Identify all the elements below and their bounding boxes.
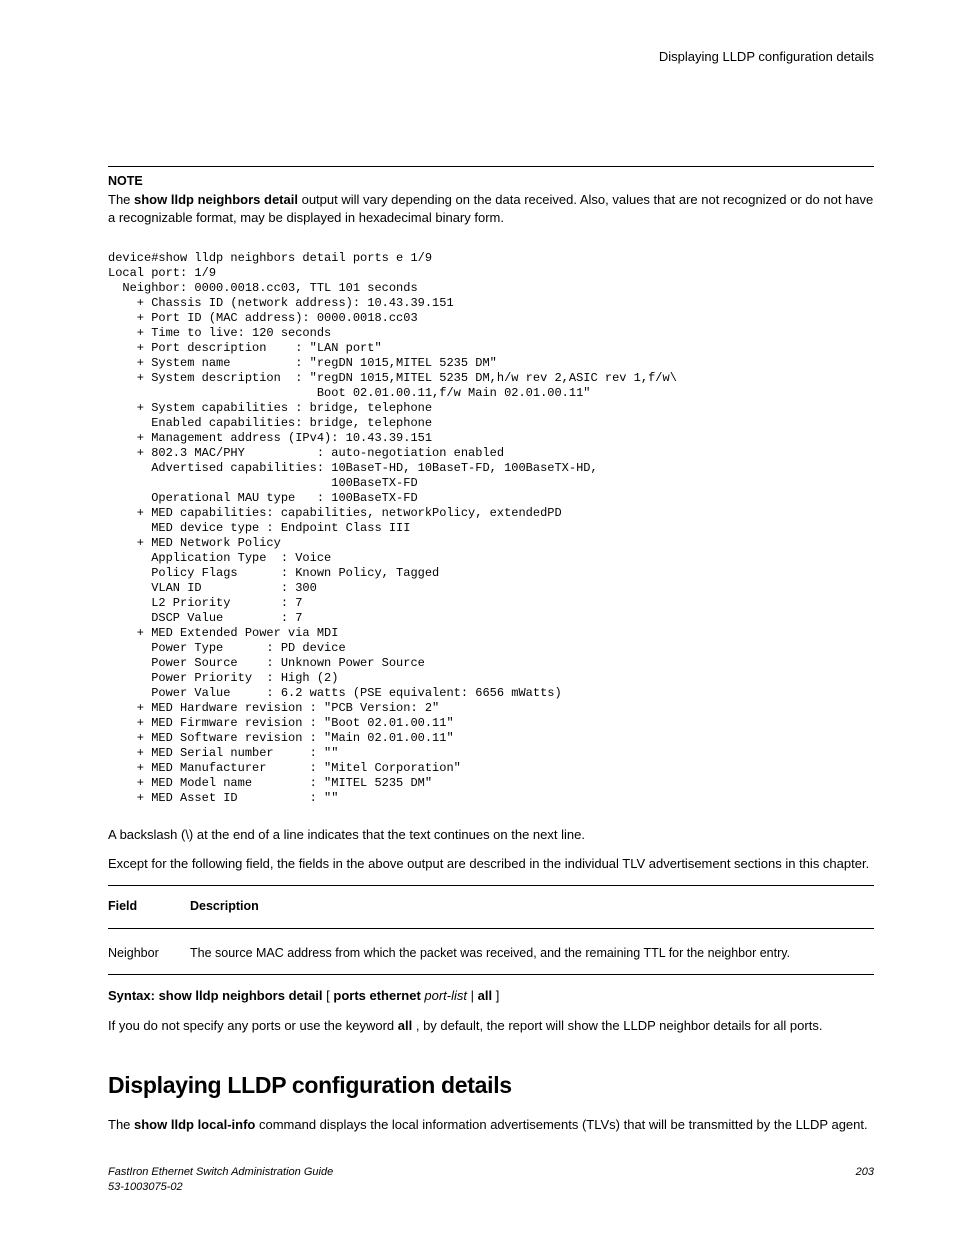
paragraph-default: If you do not specify any ports or use t… [108, 1017, 874, 1035]
footer-doc-number: 53-1003075-02 [108, 1180, 333, 1195]
page-footer: FastIron Ethernet Switch Administration … [108, 1165, 874, 1195]
default-before: If you do not specify any ports or use t… [108, 1018, 398, 1033]
section-body: The show lldp local-info command display… [108, 1116, 874, 1134]
field-table: Field Description [108, 892, 874, 921]
section-body-before: The [108, 1117, 134, 1132]
section-heading: Displaying LLDP configuration details [108, 1070, 874, 1101]
default-after: , by default, the report will show the L… [412, 1018, 822, 1033]
th-description: Description [190, 892, 874, 921]
running-header: Displaying LLDP configuration details [108, 48, 874, 66]
note-command: show lldp neighbors detail [134, 192, 298, 207]
paragraph-backslash: A backslash (\) at the end of a line ind… [108, 826, 874, 844]
note-body: The show lldp neighbors detail output wi… [108, 191, 874, 226]
field-table-body: Neighbor The source MAC address from whi… [108, 937, 874, 970]
note-label: NOTE [108, 173, 874, 190]
paragraph-except: Except for the following field, the fiel… [108, 855, 874, 873]
note-text-before: The [108, 192, 134, 207]
syntax-portlist: port-list [421, 988, 467, 1003]
td-field: Neighbor [108, 937, 190, 970]
syntax-bracket-open: [ [323, 988, 334, 1003]
cli-output: device#show lldp neighbors detail ports … [108, 251, 874, 806]
table-rule-top [108, 885, 874, 886]
syntax-line: Syntax: show lldp neighbors detail [ por… [108, 987, 874, 1005]
syntax-pipe: | [467, 988, 478, 1003]
default-bold: all [398, 1018, 412, 1033]
section-body-after: command displays the local information a… [255, 1117, 867, 1132]
td-description: The source MAC address from which the pa… [190, 937, 874, 970]
table-row: Neighbor The source MAC address from whi… [108, 937, 874, 970]
syntax-bracket-close: ] [492, 988, 499, 1003]
syntax-prefix: Syntax: show lldp neighbors detail [108, 988, 323, 1003]
footer-left: FastIron Ethernet Switch Administration … [108, 1165, 333, 1195]
footer-page-number: 203 [856, 1165, 874, 1195]
table-rule-bottom [108, 974, 874, 975]
footer-guide-title: FastIron Ethernet Switch Administration … [108, 1165, 333, 1180]
rule-top [108, 166, 874, 167]
syntax-all: all [478, 988, 492, 1003]
syntax-ports: ports ethernet [333, 988, 420, 1003]
table-header-row: Field Description [108, 892, 874, 921]
th-field: Field [108, 892, 190, 921]
table-rule-mid [108, 928, 874, 929]
section-body-command: show lldp local-info [134, 1117, 255, 1132]
